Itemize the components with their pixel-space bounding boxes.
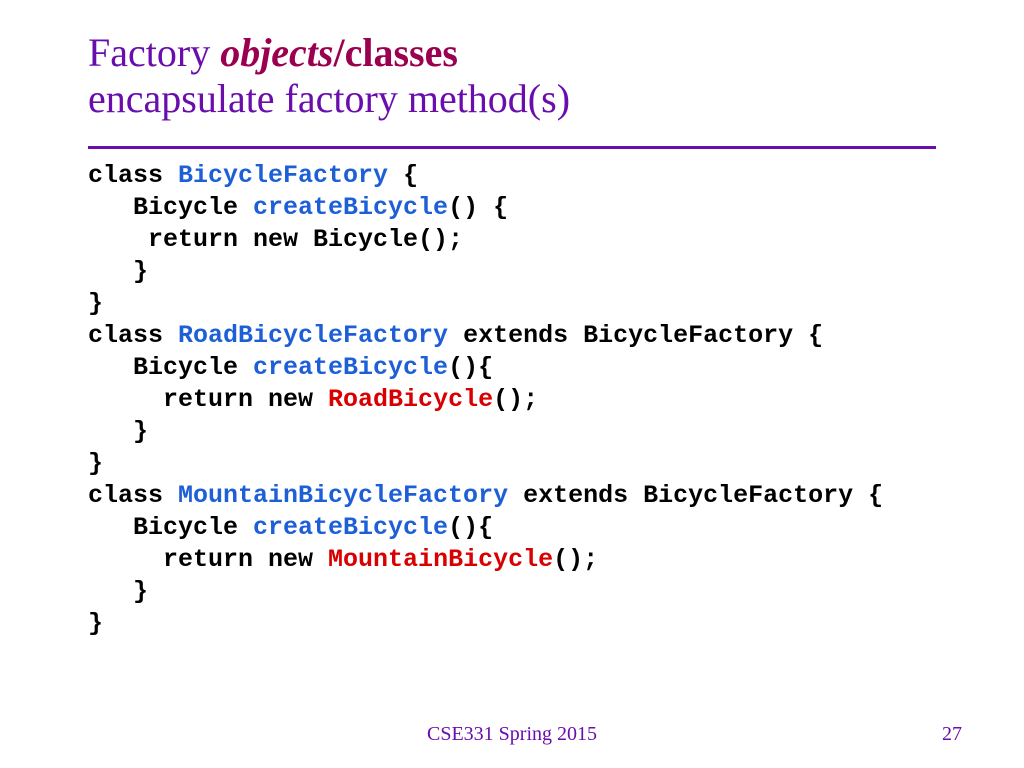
code-line: class RoadBicycleFactory extends Bicycle…	[88, 321, 823, 350]
slide: Factory objects/classes encapsulate fact…	[0, 0, 1024, 768]
code-block: class BicycleFactory { Bicycle createBic…	[88, 160, 883, 640]
footer-page-number: 27	[942, 723, 962, 746]
title-word-classes: classes	[345, 30, 458, 75]
code-line: Bicycle createBicycle(){	[88, 513, 493, 542]
code-line: return new MountainBicycle();	[88, 545, 598, 574]
code-line: }	[88, 289, 103, 318]
code-line: return new RoadBicycle();	[88, 385, 538, 414]
title-line-1: Factory objects/classes	[88, 30, 936, 76]
code-line: return new Bicycle();	[88, 225, 463, 254]
code-line: }	[88, 449, 103, 478]
code-line: class BicycleFactory {	[88, 161, 418, 190]
code-line: }	[88, 609, 103, 638]
code-line: }	[88, 417, 148, 446]
title-slash: /	[334, 30, 345, 75]
title-word-objects: objects	[220, 30, 333, 75]
title-line-2: encapsulate factory method(s)	[88, 76, 936, 122]
slide-title: Factory objects/classes encapsulate fact…	[88, 30, 936, 122]
footer-course: CSE331 Spring 2015	[0, 723, 1024, 746]
code-line: Bicycle createBicycle() {	[88, 193, 508, 222]
title-rule	[88, 146, 936, 149]
code-line: Bicycle createBicycle(){	[88, 353, 493, 382]
code-line: class MountainBicycleFactory extends Bic…	[88, 481, 883, 510]
title-word-factory: Factory	[88, 30, 220, 75]
code-line: }	[88, 577, 148, 606]
code-line: }	[88, 257, 148, 286]
